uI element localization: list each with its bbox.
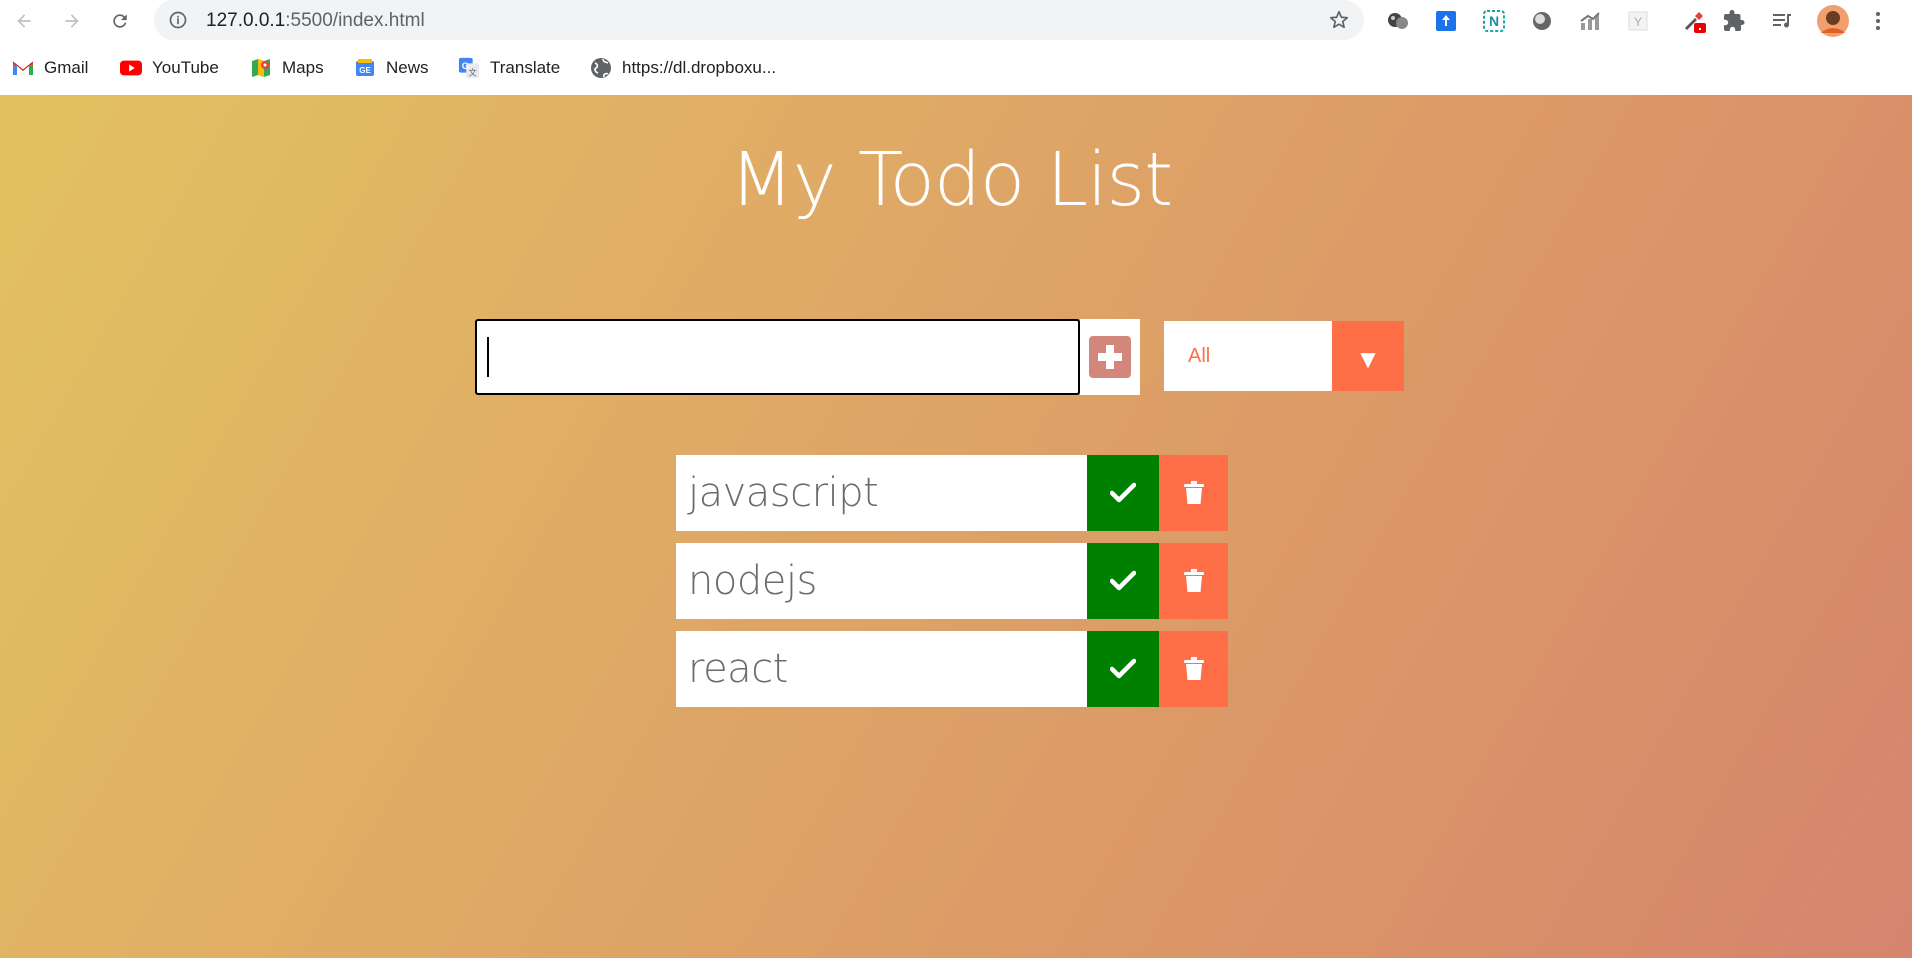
address-bar[interactable]: 127.0.0.1:5500/index.html: [154, 0, 1364, 40]
todo-text: react: [676, 631, 1087, 707]
complete-button[interactable]: [1087, 631, 1159, 707]
text-caret: [487, 337, 489, 377]
reload-icon: [113, 14, 127, 28]
bookmark-label: Translate: [490, 58, 561, 77]
bookmark-label: YouTube: [152, 58, 219, 77]
bookmarks-bar: Gmail YouTube Maps GE News G文 Translate …: [0, 42, 1912, 95]
y-extension-icon: Y: [1628, 11, 1648, 31]
bookmark-youtube[interactable]: YouTube: [120, 55, 219, 81]
url-text: 127.0.0.1:5500/index.html: [206, 10, 425, 32]
svg-text:N: N: [1489, 13, 1499, 29]
svg-text:Y: Y: [1634, 15, 1642, 29]
todo-item: react: [676, 631, 1228, 707]
bookmark-gmail[interactable]: Gmail: [12, 55, 88, 81]
complete-button[interactable]: [1087, 543, 1159, 619]
info-icon: [169, 11, 187, 29]
svg-text:GE: GE: [359, 66, 371, 75]
browser-menu-button[interactable]: [1864, 7, 1892, 35]
bookmark-star-icon[interactable]: [1328, 9, 1350, 31]
trash-icon: [1183, 569, 1204, 592]
bookmark-label: https://dl.dropboxu...: [622, 58, 777, 77]
plus-icon: [1089, 336, 1131, 378]
todo-list: javascript nodejs react: [676, 455, 1228, 719]
filter-selected-value: All: [1188, 344, 1211, 367]
trash-icon: [1183, 657, 1204, 680]
todo-item: nodejs: [676, 543, 1228, 619]
youtube-icon: [120, 57, 142, 79]
delete-button[interactable]: [1159, 543, 1228, 619]
todo-item: javascript: [676, 455, 1228, 531]
extension-icon-7[interactable]: [1680, 7, 1708, 35]
filter-select[interactable]: All ▼: [1164, 321, 1404, 391]
svg-text:文: 文: [469, 67, 477, 77]
check-icon: [1110, 658, 1136, 679]
extension-icon-5[interactable]: [1576, 7, 1604, 35]
bookmark-dropbox[interactable]: https://dl.dropboxu...: [590, 55, 776, 81]
profile-avatar[interactable]: [1816, 4, 1850, 38]
url-path: :5500/index.html: [285, 10, 425, 31]
puzzle-icon: [1724, 10, 1745, 31]
news-icon: GE: [354, 57, 376, 79]
page-viewport: My Todo List All ▼ javascript nodejs rea…: [0, 95, 1912, 958]
extensions-button[interactable]: [1720, 7, 1748, 35]
circle-extension-icon: [1533, 12, 1551, 30]
todo-text: javascript: [676, 455, 1087, 531]
extension-icon-4[interactable]: [1528, 7, 1556, 35]
bookmark-news[interactable]: GE News: [354, 55, 429, 81]
arrow-right-icon: [65, 14, 79, 28]
n-extension-icon: N: [1483, 10, 1505, 32]
bookmark-translate[interactable]: G文 Translate: [458, 55, 560, 81]
more-vertical-icon: [1876, 12, 1880, 30]
delete-button[interactable]: [1159, 455, 1228, 531]
todo-input[interactable]: [475, 319, 1080, 395]
bookmark-maps[interactable]: Maps: [250, 55, 324, 81]
page-title: My Todo List: [729, 137, 1173, 223]
chart-extension-icon: [1580, 12, 1600, 30]
browser-toolbar: 127.0.0.1:5500/index.html N Y: [0, 0, 1912, 42]
globe-icon: [590, 57, 612, 79]
bookmark-label: Maps: [282, 58, 324, 77]
bookmark-label: News: [386, 58, 429, 77]
arrow-left-icon: [17, 14, 31, 28]
upload-extension-icon: [1436, 11, 1456, 31]
dropdown-arrow-icon[interactable]: ▼: [1332, 321, 1404, 391]
reload-button[interactable]: [104, 5, 136, 37]
playlist-icon: [1773, 14, 1791, 28]
add-todo-button[interactable]: [1080, 319, 1140, 395]
gmail-icon: [12, 57, 34, 79]
back-button[interactable]: [8, 5, 40, 37]
translate-icon: G文: [458, 57, 480, 79]
complete-button[interactable]: [1087, 455, 1159, 531]
todo-text: nodejs: [676, 543, 1087, 619]
avatar-icon: [1817, 5, 1849, 37]
trash-icon: [1183, 481, 1204, 504]
url-host: 127.0.0.1: [206, 10, 286, 31]
extension-icon-2[interactable]: [1432, 7, 1460, 35]
eyedropper-icon: [1685, 12, 1706, 33]
extension-icon-1[interactable]: [1384, 7, 1412, 35]
bookmark-label: Gmail: [44, 58, 89, 77]
delete-button[interactable]: [1159, 631, 1228, 707]
check-icon: [1110, 570, 1136, 591]
forward-button[interactable]: [56, 5, 88, 37]
check-icon: [1110, 482, 1136, 503]
media-button[interactable]: [1768, 7, 1796, 35]
maps-icon: [250, 57, 272, 79]
extension-icon-6[interactable]: Y: [1624, 7, 1652, 35]
extension-icon-3[interactable]: N: [1480, 7, 1508, 35]
spheres-icon: [1388, 13, 1408, 29]
